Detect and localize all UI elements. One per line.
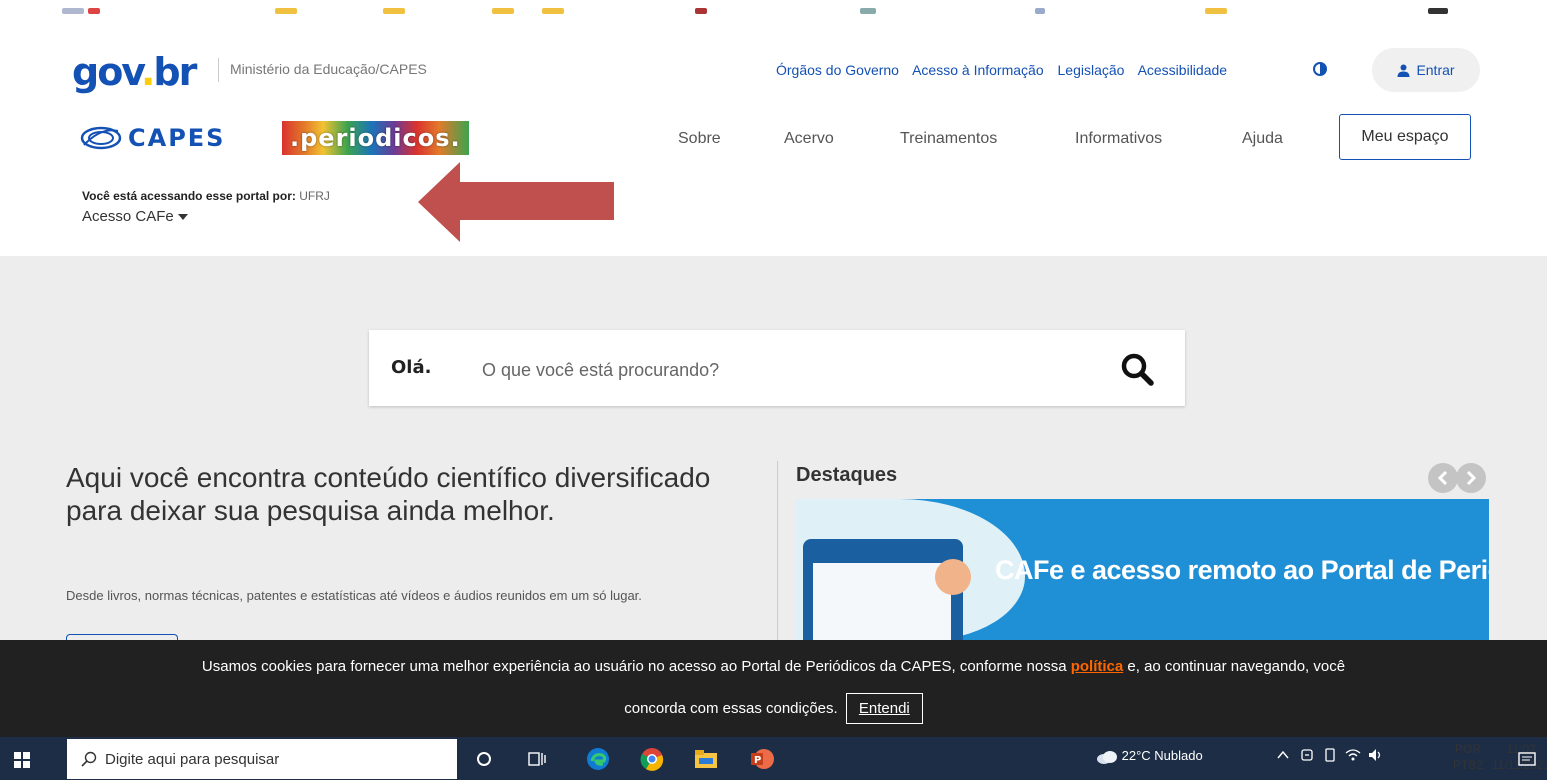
nav-treinamentos[interactable]: Treinamentos xyxy=(900,130,997,148)
nav-informativos[interactable]: Informativos xyxy=(1075,130,1162,148)
cookie-accept-button[interactable]: Entendi xyxy=(845,693,923,724)
govbr-logo-gov: gov xyxy=(72,50,143,94)
nav-sobre[interactable]: Sobre xyxy=(678,130,721,148)
link-orgaos-governo[interactable]: Órgãos do Governo xyxy=(776,62,899,78)
tray-device-icon[interactable] xyxy=(1323,748,1337,765)
edge-browser-icon[interactable] xyxy=(586,747,610,771)
capes-label: CAPES xyxy=(128,124,226,152)
highlight-banner[interactable]: CAFe e acesso remoto ao Portal de Periód… xyxy=(795,499,1489,641)
link-acessibilidade[interactable]: Acessibilidade xyxy=(1138,62,1228,78)
access-institution: UFRJ xyxy=(299,189,330,203)
nav-ajuda[interactable]: Ajuda xyxy=(1242,130,1283,148)
task-view-icon[interactable] xyxy=(525,747,549,771)
capes-logo[interactable]: CAPES xyxy=(80,124,225,152)
caret-down-icon xyxy=(177,213,188,220)
banner-title: CAFe e acesso remoto ao Portal de Periód… xyxy=(995,555,1489,585)
banner-screen-illustration xyxy=(803,539,963,641)
nav-acervo[interactable]: Acervo xyxy=(784,130,834,148)
cookie-text-line2: concorda com essas condições. Entendi xyxy=(0,693,1547,724)
govbr-logo-dot: . xyxy=(140,50,156,94)
powerpoint-icon[interactable]: P xyxy=(750,747,774,771)
carousel-prev-icon[interactable] xyxy=(1428,463,1458,493)
cookie-banner: Usamos cookies para fornecer uma melhor … xyxy=(0,640,1547,737)
periodicos-label: .periodicos. xyxy=(290,124,461,152)
taskbar-search-icon xyxy=(81,751,97,767)
banner-person-illustration xyxy=(935,559,971,595)
language-bottom: PTB2 xyxy=(1453,758,1484,772)
wifi-icon[interactable] xyxy=(1345,748,1361,765)
search-greeting: Olá. xyxy=(391,357,432,378)
cutoff-top-strip xyxy=(0,0,1547,22)
top-links: Órgãos do Governo Acesso à Informação Le… xyxy=(776,62,1237,78)
annotation-arrow-icon xyxy=(418,162,614,242)
carousel-next-icon[interactable] xyxy=(1456,463,1486,493)
hero-title: Aqui você encontra conteúdo científico d… xyxy=(66,462,711,526)
cortana-icon[interactable] xyxy=(472,747,496,771)
login-button[interactable]: Entrar xyxy=(1372,48,1480,92)
ministry-label: Ministério da Educação/CAPES xyxy=(230,61,427,77)
meu-espaco-button[interactable]: Meu espaço xyxy=(1339,114,1471,160)
windows-start-icon[interactable] xyxy=(14,752,30,768)
hero-divider xyxy=(777,461,778,641)
user-icon xyxy=(1397,64,1410,77)
volume-icon[interactable] xyxy=(1368,748,1384,765)
svg-text:P: P xyxy=(754,755,761,766)
weather-widget[interactable]: 22°C Nublado xyxy=(1096,748,1203,764)
tray-app-icon[interactable] xyxy=(1300,748,1314,765)
cookie-agree-text: concorda com essas condições. xyxy=(624,700,838,717)
highlights-heading: Destaques xyxy=(796,464,898,486)
link-legislacao[interactable]: Legislação xyxy=(1058,62,1125,78)
file-explorer-icon[interactable] xyxy=(694,747,718,771)
govbr-logo[interactable]: gov.br xyxy=(72,50,197,94)
login-label: Entrar xyxy=(1416,62,1455,78)
link-acesso-informacao[interactable]: Acesso à Informação xyxy=(912,62,1044,78)
cookie-text-before: Usamos cookies para fornecer uma melhor … xyxy=(201,658,1067,675)
language-indicator[interactable]: POR PTB2 xyxy=(1453,741,1483,773)
search-icon[interactable] xyxy=(1120,352,1154,386)
access-prefix: Você está acessando esse portal por: xyxy=(82,189,296,203)
govbr-logo-br: br xyxy=(153,50,197,94)
header-separator xyxy=(218,58,219,82)
periodicos-logo[interactable]: .periodicos. xyxy=(282,121,469,155)
taskbar-search[interactable]: Digite aqui para pesquisar xyxy=(67,739,457,779)
contrast-icon[interactable] xyxy=(1313,62,1327,76)
tray-expand-icon[interactable] xyxy=(1277,748,1289,763)
cookie-text: Usamos cookies para fornecer uma melhor … xyxy=(0,658,1547,675)
notification-icon[interactable] xyxy=(1515,748,1539,772)
cloud-icon xyxy=(1097,750,1117,764)
search-input[interactable] xyxy=(480,352,1044,388)
cookie-policy-link[interactable]: política xyxy=(1071,658,1124,675)
capes-eye-icon xyxy=(80,126,122,150)
access-cafe-dropdown[interactable]: Acesso CAFe xyxy=(82,208,188,225)
taskbar-search-placeholder: Digite aqui para pesquisar xyxy=(105,750,280,768)
chrome-browser-icon[interactable] xyxy=(640,747,664,771)
cookie-text-after: e, ao continuar navegando, você xyxy=(1127,658,1346,675)
language-top: POR xyxy=(1455,742,1482,756)
access-method-label: Acesso CAFe xyxy=(82,208,174,225)
hero-subtitle: Desde livros, normas técnicas, patentes … xyxy=(66,588,642,603)
access-info: Você está acessando esse portal por: UFR… xyxy=(82,189,330,203)
weather-label: 22°C Nublado xyxy=(1121,748,1203,763)
